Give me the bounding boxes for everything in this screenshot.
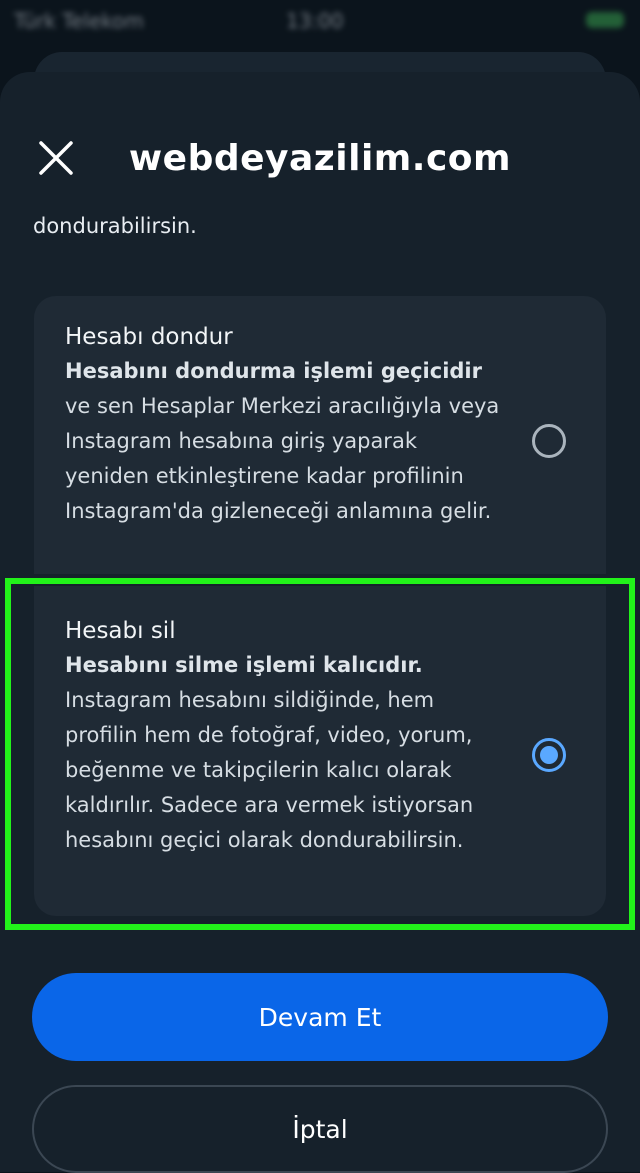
intro-text: dondurabilirsin. <box>33 214 197 238</box>
status-time: 13:00 <box>286 9 344 33</box>
cancel-button[interactable]: İptal <box>32 1085 608 1173</box>
battery-icon <box>586 12 624 28</box>
status-bar: Türk Telekom 13:00 <box>0 0 640 42</box>
continue-button[interactable]: Devam Et <box>32 973 608 1061</box>
carrier-label: Türk Telekom <box>14 9 144 33</box>
option-title: Hesabı dondur <box>65 324 233 350</box>
option-freeze-account[interactable]: Hesabı dondur Hesabını dondurma işlemi g… <box>34 296 606 574</box>
option-lead: Hesabını dondurma işlemi geçicidir <box>65 359 482 383</box>
radio-freeze[interactable] <box>532 424 566 458</box>
option-text: Hesabı dondur Hesabını dondurma işlemi g… <box>65 320 505 529</box>
option-body: ve sen Hesaplar Merkezi aracılığıyla vey… <box>65 394 500 523</box>
watermark: webdeyazilim.com <box>128 138 512 179</box>
highlight-frame <box>5 578 635 930</box>
